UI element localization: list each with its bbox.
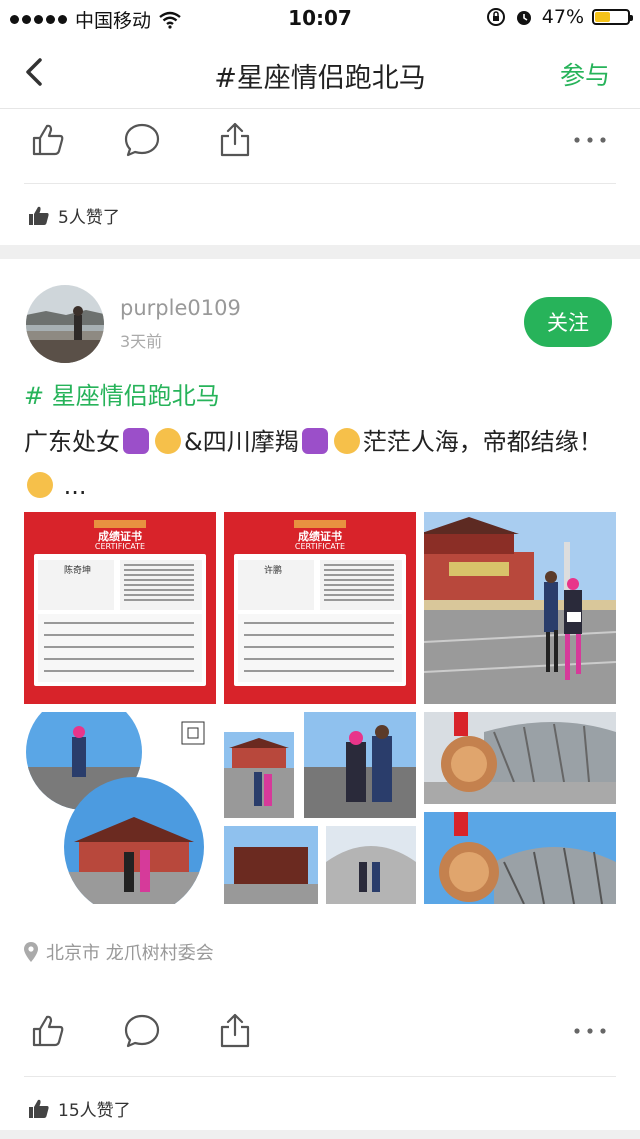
photo-medal-stadium[interactable] (424, 712, 616, 804)
photo-runners[interactable] (424, 512, 616, 704)
comment-icon[interactable] (122, 120, 162, 160)
share-icon[interactable] (215, 1011, 255, 1051)
post-text-part1: 广东处女 (24, 428, 120, 456)
like-icon[interactable] (28, 120, 68, 160)
likes-count: 15人赞了 (58, 1101, 131, 1121)
collage-image (224, 712, 416, 904)
runners-image (424, 512, 616, 704)
thumb-icon (29, 1099, 49, 1118)
certificate-name: 许鹏 (264, 566, 283, 576)
post-likes[interactable]: 15人赞了 (28, 1096, 131, 1121)
nav-bar: #星座情侣跑北马 参与 (0, 36, 640, 109)
avatar[interactable] (26, 285, 104, 363)
post-actions (0, 999, 640, 1063)
post-text-part2: &四川摩羯 (184, 428, 299, 456)
battery-fill (595, 12, 610, 22)
divider (24, 1076, 616, 1077)
girl-face-icon (333, 428, 360, 454)
battery-percent: 47% (541, 6, 584, 28)
couple-kiss-icon (27, 472, 53, 498)
post-text-part3: 茫茫人海，帝都结缘！ (362, 428, 603, 456)
location-text: 北京市 龙爪树村委会 (46, 943, 214, 964)
more-icon[interactable] (570, 120, 610, 160)
photo-runners-collage[interactable] (224, 712, 416, 904)
page-title: #星座情侣跑北马 (214, 63, 426, 94)
certificate-subtitle: CERTIFICATE (294, 542, 346, 551)
location-pin-icon (24, 942, 38, 962)
post-text: 广东处女 &四川摩羯 茫茫人海，帝都结缘！ ... (24, 420, 620, 508)
photo-circle-collage[interactable] (24, 712, 216, 904)
likes-count: 5人赞了 (58, 208, 120, 228)
certificate-name: 陈奇坤 (64, 566, 92, 576)
first-post-likes[interactable]: 5人赞了 (28, 203, 120, 228)
follow-button[interactable]: 关注 (524, 297, 612, 347)
join-button[interactable]: 参与 (560, 56, 610, 92)
username[interactable]: purple0109 (120, 296, 241, 320)
post-time: 3天前 (120, 332, 163, 351)
thumb-icon (29, 206, 49, 225)
comment-icon[interactable] (122, 1011, 162, 1051)
like-icon[interactable] (28, 1011, 68, 1051)
post-text-more[interactable]: ... (64, 472, 87, 500)
medal-image (424, 812, 616, 904)
divider (24, 183, 616, 184)
first-post-actions (0, 108, 640, 172)
boy-face-icon (155, 428, 181, 454)
post-location[interactable]: 北京市 龙爪树村委会 (24, 939, 214, 965)
battery-icon (592, 9, 633, 25)
share-icon[interactable] (215, 120, 255, 160)
more-icon[interactable] (570, 1011, 610, 1051)
photo-certificate-1[interactable]: 成绩证书 CERTIFICATE 陈奇坤 (24, 512, 216, 704)
virgo-icon (123, 428, 149, 454)
photo-medal-birdsnest[interactable] (424, 812, 616, 904)
photo-certificate-2[interactable]: 成绩证书 CERTIFICATE 许鹏 (224, 512, 416, 704)
status-bar: 中国移动 10:07 47% (0, 0, 640, 36)
capricorn-icon (301, 428, 328, 454)
alarm-icon (516, 11, 531, 25)
certificate-subtitle: CERTIFICATE (94, 542, 146, 551)
orientation-lock-icon (486, 8, 505, 26)
post-separator (0, 245, 640, 259)
avatar-image (26, 285, 104, 363)
medal-image (424, 712, 616, 804)
collage-image (26, 712, 205, 904)
post-separator (0, 1130, 640, 1139)
post-hashtag[interactable]: # 星座情侣跑北马 (24, 376, 220, 411)
